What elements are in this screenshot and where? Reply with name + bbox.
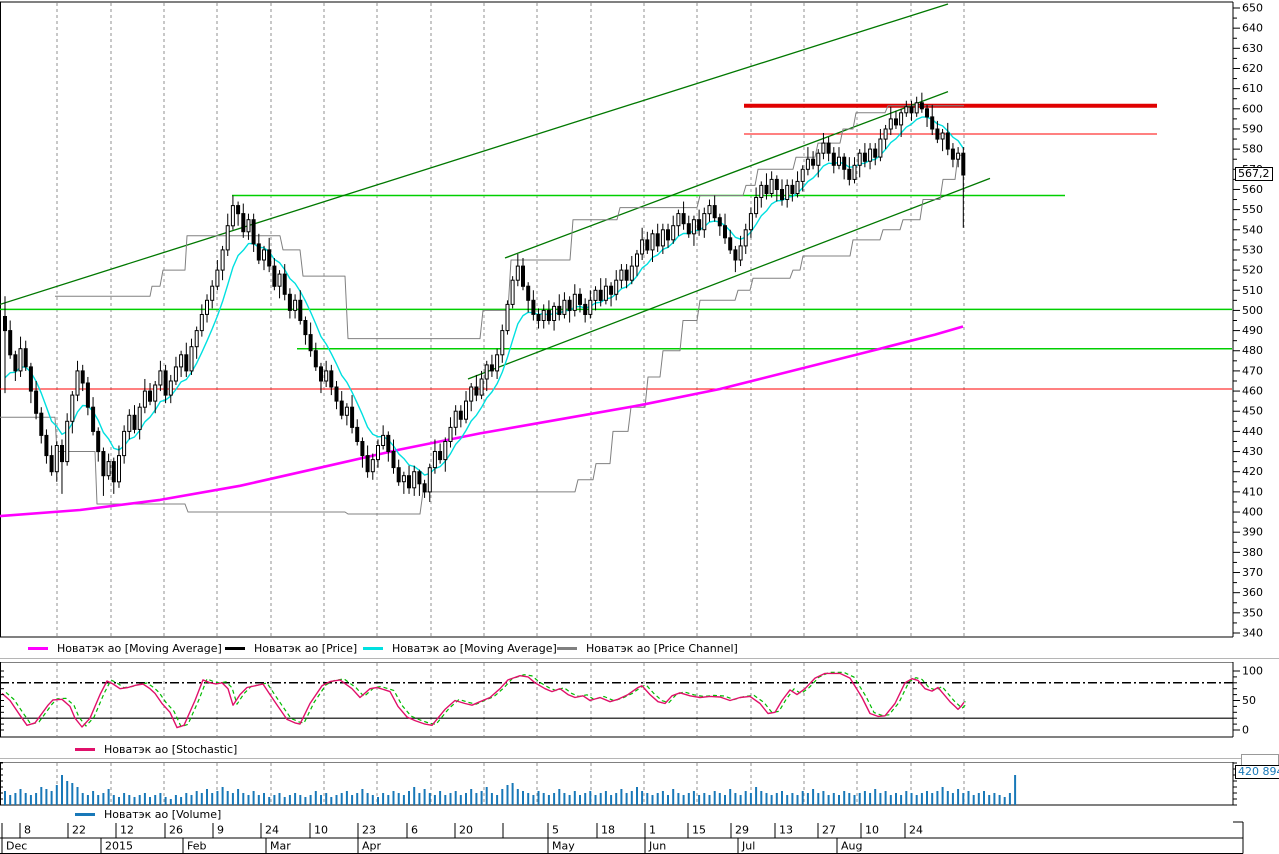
svg-text:Aug: Aug bbox=[841, 840, 862, 853]
svg-text:24: 24 bbox=[909, 824, 923, 837]
svg-text:390: 390 bbox=[1242, 526, 1263, 539]
svg-text:Jul: Jul bbox=[741, 840, 755, 853]
legend-item-ma-fast[interactable]: Новатэк ао [Moving Average] bbox=[363, 640, 557, 657]
panel-divider bbox=[0, 758, 1279, 762]
legend-label: Новатэк ао [Stochastic] bbox=[104, 743, 237, 756]
ma-slow-line-icon bbox=[28, 647, 48, 650]
svg-text:600: 600 bbox=[1242, 102, 1263, 115]
svg-text:24: 24 bbox=[265, 824, 279, 837]
panel-divider bbox=[0, 658, 1279, 662]
svg-text:18: 18 bbox=[601, 824, 615, 837]
svg-text:15: 15 bbox=[692, 824, 706, 837]
svg-text:630: 630 bbox=[1242, 42, 1263, 55]
svg-text:340: 340 bbox=[1242, 627, 1263, 640]
legend-item-price[interactable]: Новатэк ао [Price] bbox=[225, 640, 357, 657]
svg-text:500: 500 bbox=[1242, 304, 1263, 317]
svg-text:10: 10 bbox=[865, 824, 879, 837]
svg-text:Jun: Jun bbox=[648, 840, 666, 853]
svg-text:May: May bbox=[552, 840, 575, 853]
svg-text:480: 480 bbox=[1242, 344, 1263, 357]
legend-item-price-channel[interactable]: Новатэк ао [Price Channel] bbox=[557, 640, 738, 657]
stochastic-line-icon bbox=[75, 748, 95, 751]
svg-text:460: 460 bbox=[1242, 385, 1263, 398]
svg-text:6: 6 bbox=[411, 824, 418, 837]
volume-line-icon bbox=[75, 813, 95, 816]
last-price-tag: 567,2 bbox=[1235, 167, 1273, 181]
chart-application-window: 340 350 360 370 380 390 400 410 420 430 440 450 460 4… bbox=[0, 0, 1279, 854]
svg-text:29: 29 bbox=[735, 824, 749, 837]
legend-item-stochastic[interactable]: Новатэк ао [Stochastic] bbox=[75, 741, 237, 758]
price-channel-line-icon bbox=[557, 647, 577, 650]
legend-item-volume[interactable]: Новатэк ао [Volume] bbox=[75, 806, 221, 823]
svg-text:530: 530 bbox=[1242, 243, 1263, 256]
svg-text:640: 640 bbox=[1242, 22, 1263, 35]
svg-text:20: 20 bbox=[459, 824, 473, 837]
svg-text:Mar: Mar bbox=[270, 840, 291, 853]
svg-text:470: 470 bbox=[1242, 364, 1263, 377]
svg-text:440: 440 bbox=[1242, 425, 1263, 438]
svg-text:0: 0 bbox=[1242, 724, 1249, 737]
legend-item-ma-slow[interactable]: Новатэк ао [Moving Average] bbox=[28, 640, 222, 657]
svg-text:23: 23 bbox=[362, 824, 376, 837]
legend-label: Новатэк ао [Moving Average] bbox=[392, 642, 557, 655]
legend-label: Новатэк ао [Price Channel] bbox=[586, 642, 738, 655]
svg-text:550: 550 bbox=[1242, 203, 1263, 216]
legend-label: Новатэк ао [Moving Average] bbox=[57, 642, 222, 655]
legend-label: Новатэк ао [Price] bbox=[254, 642, 357, 655]
svg-text:430: 430 bbox=[1242, 445, 1263, 458]
svg-text:380: 380 bbox=[1242, 546, 1263, 559]
svg-text:450: 450 bbox=[1242, 405, 1263, 418]
svg-text:12: 12 bbox=[120, 824, 134, 837]
svg-text:2015: 2015 bbox=[105, 840, 133, 853]
last-volume-tag: 420 894 bbox=[1235, 765, 1279, 779]
ma-fast-line-icon bbox=[363, 647, 383, 650]
svg-text:490: 490 bbox=[1242, 324, 1263, 337]
svg-text:Apr: Apr bbox=[362, 840, 382, 853]
stochastic-legend-row: Новатэк ао [Stochastic] bbox=[0, 741, 1233, 758]
svg-text:27: 27 bbox=[822, 824, 836, 837]
svg-text:520: 520 bbox=[1242, 264, 1263, 277]
svg-text:Feb: Feb bbox=[187, 840, 206, 853]
svg-text:360: 360 bbox=[1242, 586, 1263, 599]
svg-text:400: 400 bbox=[1242, 506, 1263, 519]
svg-text:22: 22 bbox=[72, 824, 86, 837]
chart-canvas[interactable]: 340 350 360 370 380 390 400 410 420 430 440 450 460 4… bbox=[0, 0, 1279, 854]
volume-legend-row: Новатэк ао [Volume] bbox=[0, 806, 1233, 823]
svg-text:650: 650 bbox=[1242, 2, 1263, 15]
svg-text:100: 100 bbox=[1242, 665, 1263, 678]
svg-text:50: 50 bbox=[1242, 694, 1256, 707]
svg-text:610: 610 bbox=[1242, 82, 1263, 95]
svg-text:13: 13 bbox=[779, 824, 793, 837]
svg-text:370: 370 bbox=[1242, 566, 1263, 579]
svg-text:590: 590 bbox=[1242, 122, 1263, 135]
legend-label: Новатэк ао [Volume] bbox=[104, 808, 221, 821]
price-legend-row: Новатэк ао [Moving Average] Новатэк ао [… bbox=[0, 640, 1233, 657]
svg-text:10: 10 bbox=[314, 824, 328, 837]
svg-text:9: 9 bbox=[217, 824, 224, 837]
price-line-icon bbox=[225, 647, 245, 650]
svg-text:510: 510 bbox=[1242, 284, 1263, 297]
svg-text:560: 560 bbox=[1242, 183, 1263, 196]
svg-text:8: 8 bbox=[24, 824, 31, 837]
svg-text:5: 5 bbox=[552, 824, 559, 837]
svg-text:540: 540 bbox=[1242, 223, 1263, 236]
svg-text:350: 350 bbox=[1242, 606, 1263, 619]
svg-text:Dec: Dec bbox=[6, 840, 27, 853]
svg-text:420: 420 bbox=[1242, 465, 1263, 478]
svg-text:580: 580 bbox=[1242, 143, 1263, 156]
svg-text:410: 410 bbox=[1242, 485, 1263, 498]
svg-text:26: 26 bbox=[169, 824, 183, 837]
svg-text:620: 620 bbox=[1242, 62, 1263, 75]
svg-text:1: 1 bbox=[649, 824, 656, 837]
